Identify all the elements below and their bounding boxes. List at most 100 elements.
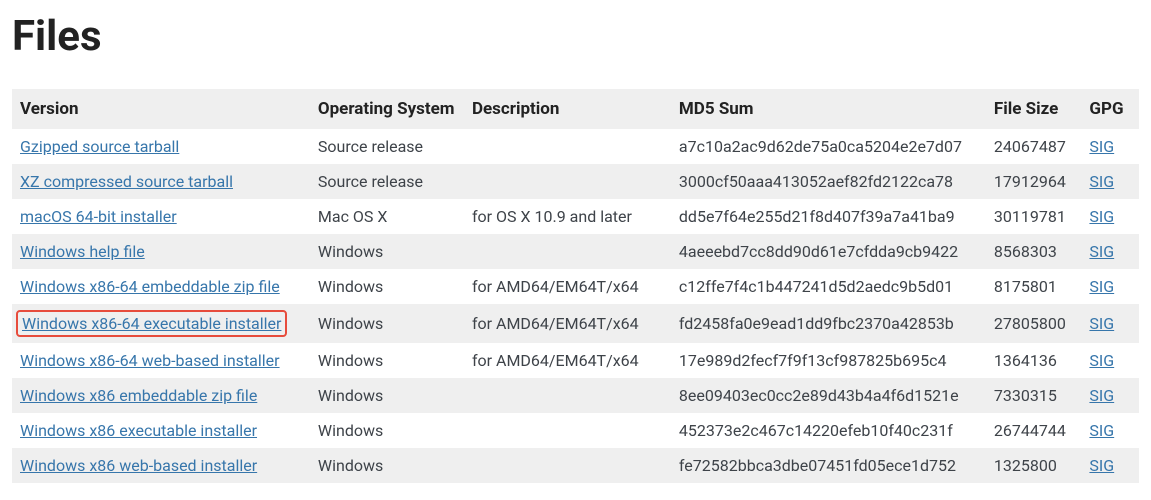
cell-os: Source release xyxy=(310,129,464,164)
cell-size: 27805800 xyxy=(986,304,1082,343)
version-link[interactable]: XZ compressed source tarball xyxy=(20,172,233,191)
cell-os: Windows xyxy=(310,343,464,378)
table-row: Windows x86 embeddable zip file Windows 8e… xyxy=(12,378,1139,413)
cell-os: Windows xyxy=(310,448,464,483)
cell-os: Windows xyxy=(310,378,464,413)
cell-version: Windows x86 executable installer xyxy=(12,413,310,448)
cell-size: 30119781 xyxy=(986,199,1082,234)
cell-md5: c12ffe7f4c1b447241d5d2aedc9b5d01 xyxy=(671,269,986,304)
cell-gpg: SIG xyxy=(1081,129,1139,164)
cell-md5: 3000cf50aaa413052aef82fd2122ca78 xyxy=(671,164,986,199)
table-row: Gzipped source tarball Source release a7c1… xyxy=(12,129,1139,164)
table-row: Windows x86 web-based installer Windows fe… xyxy=(12,448,1139,483)
page-title: Files xyxy=(12,12,1139,61)
table-row: Windows x86-64 embeddable zip file Window… xyxy=(12,269,1139,304)
cell-description xyxy=(464,129,671,164)
header-description: Description xyxy=(464,89,671,129)
cell-version: Windows x86-64 executable installer xyxy=(12,304,310,343)
cell-description xyxy=(464,378,671,413)
cell-version: Windows x86 web-based installer xyxy=(12,448,310,483)
cell-md5: 8ee09403ec0cc2e89d43b4a4f6d1521e xyxy=(671,378,986,413)
version-link[interactable]: Windows x86-64 executable installer xyxy=(22,314,281,333)
cell-size: 1364136 xyxy=(986,343,1082,378)
header-os: Operating System xyxy=(310,89,464,129)
cell-size: 17912964 xyxy=(986,164,1082,199)
version-link[interactable]: macOS 64-bit installer xyxy=(20,207,177,226)
version-link[interactable]: Windows x86-64 embeddable zip file xyxy=(20,277,280,296)
cell-version: Windows x86-64 web-based installer xyxy=(12,343,310,378)
highlight-box: Windows x86-64 executable installer xyxy=(16,310,287,337)
table-row: Windows x86-64 web-based installer Window… xyxy=(12,343,1139,378)
version-link[interactable]: Windows help file xyxy=(20,242,145,261)
cell-version: Gzipped source tarball xyxy=(12,129,310,164)
gpg-link[interactable]: SIG xyxy=(1089,386,1114,405)
cell-md5: 17e989d2fecf7f9f13cf987825b695c4 xyxy=(671,343,986,378)
header-size: File Size xyxy=(986,89,1082,129)
cell-md5: 4aeeebd7cc8dd90d61e7cfdda9cb9422 xyxy=(671,234,986,269)
cell-description xyxy=(464,234,671,269)
header-gpg: GPG xyxy=(1081,89,1139,129)
cell-gpg: SIG xyxy=(1081,413,1139,448)
gpg-link[interactable]: SIG xyxy=(1089,242,1114,261)
cell-version: macOS 64-bit installer xyxy=(12,199,310,234)
gpg-link[interactable]: SIG xyxy=(1089,314,1114,333)
cell-description: for AMD64/EM64T/x64 xyxy=(464,343,671,378)
table-row: macOS 64-bit installer Mac OS Xfor OS X 1… xyxy=(12,199,1139,234)
cell-description xyxy=(464,164,671,199)
cell-version: Windows x86 embeddable zip file xyxy=(12,378,310,413)
cell-gpg: SIG xyxy=(1081,269,1139,304)
version-link[interactable]: Gzipped source tarball xyxy=(20,137,179,156)
cell-gpg: SIG xyxy=(1081,378,1139,413)
version-link[interactable]: Windows x86 executable installer xyxy=(20,421,257,440)
cell-description: for AMD64/EM64T/x64 xyxy=(464,269,671,304)
header-version: Version xyxy=(12,89,310,129)
cell-gpg: SIG xyxy=(1081,448,1139,483)
cell-size: 8175801 xyxy=(986,269,1082,304)
cell-size: 26744744 xyxy=(986,413,1082,448)
header-md5: MD5 Sum xyxy=(671,89,986,129)
table-row: XZ compressed source tarball Source relea… xyxy=(12,164,1139,199)
cell-size: 1325800 xyxy=(986,448,1082,483)
cell-os: Windows xyxy=(310,269,464,304)
version-link[interactable]: Windows x86 web-based installer xyxy=(20,456,257,475)
cell-os: Windows xyxy=(310,304,464,343)
cell-md5: dd5e7f64e255d21f8d407f39a7a41ba9 xyxy=(671,199,986,234)
cell-md5: fd2458fa0e9ead1dd9fbc2370a42853b xyxy=(671,304,986,343)
cell-gpg: SIG xyxy=(1081,304,1139,343)
cell-size: 24067487 xyxy=(986,129,1082,164)
cell-md5: 452373e2c467c14220efeb10f40c231f xyxy=(671,413,986,448)
gpg-link[interactable]: SIG xyxy=(1089,137,1114,156)
cell-description: for AMD64/EM64T/x64 xyxy=(464,304,671,343)
gpg-link[interactable]: SIG xyxy=(1089,421,1114,440)
cell-gpg: SIG xyxy=(1081,343,1139,378)
cell-gpg: SIG xyxy=(1081,199,1139,234)
gpg-link[interactable]: SIG xyxy=(1089,172,1114,191)
cell-version: Windows help file xyxy=(12,234,310,269)
cell-os: Windows xyxy=(310,234,464,269)
cell-gpg: SIG xyxy=(1081,234,1139,269)
gpg-link[interactable]: SIG xyxy=(1089,351,1114,370)
gpg-link[interactable]: SIG xyxy=(1089,277,1114,296)
gpg-link[interactable]: SIG xyxy=(1089,207,1114,226)
cell-os: Source release xyxy=(310,164,464,199)
table-row: Windows x86-64 executable installer Windo… xyxy=(12,304,1139,343)
cell-os: Windows xyxy=(310,413,464,448)
version-link[interactable]: Windows x86 embeddable zip file xyxy=(20,386,257,405)
cell-description: for OS X 10.9 and later xyxy=(464,199,671,234)
files-table: Version Operating System Description MD5… xyxy=(12,89,1139,483)
cell-os: Mac OS X xyxy=(310,199,464,234)
cell-size: 8568303 xyxy=(986,234,1082,269)
cell-size: 7330315 xyxy=(986,378,1082,413)
cell-md5: fe72582bbca3dbe07451fd05ece1d752 xyxy=(671,448,986,483)
table-row: Windows x86 executable installer Windows 4… xyxy=(12,413,1139,448)
cell-version: XZ compressed source tarball xyxy=(12,164,310,199)
gpg-link[interactable]: SIG xyxy=(1089,456,1114,475)
version-link[interactable]: Windows x86-64 web-based installer xyxy=(20,351,280,370)
cell-description xyxy=(464,413,671,448)
cell-description xyxy=(464,448,671,483)
cell-gpg: SIG xyxy=(1081,164,1139,199)
cell-version: Windows x86-64 embeddable zip file xyxy=(12,269,310,304)
table-header-row: Version Operating System Description MD5… xyxy=(12,89,1139,129)
table-row: Windows help file Windows 4aeeebd7cc8dd90d… xyxy=(12,234,1139,269)
cell-md5: a7c10a2ac9d62de75a0ca5204e2e7d07 xyxy=(671,129,986,164)
